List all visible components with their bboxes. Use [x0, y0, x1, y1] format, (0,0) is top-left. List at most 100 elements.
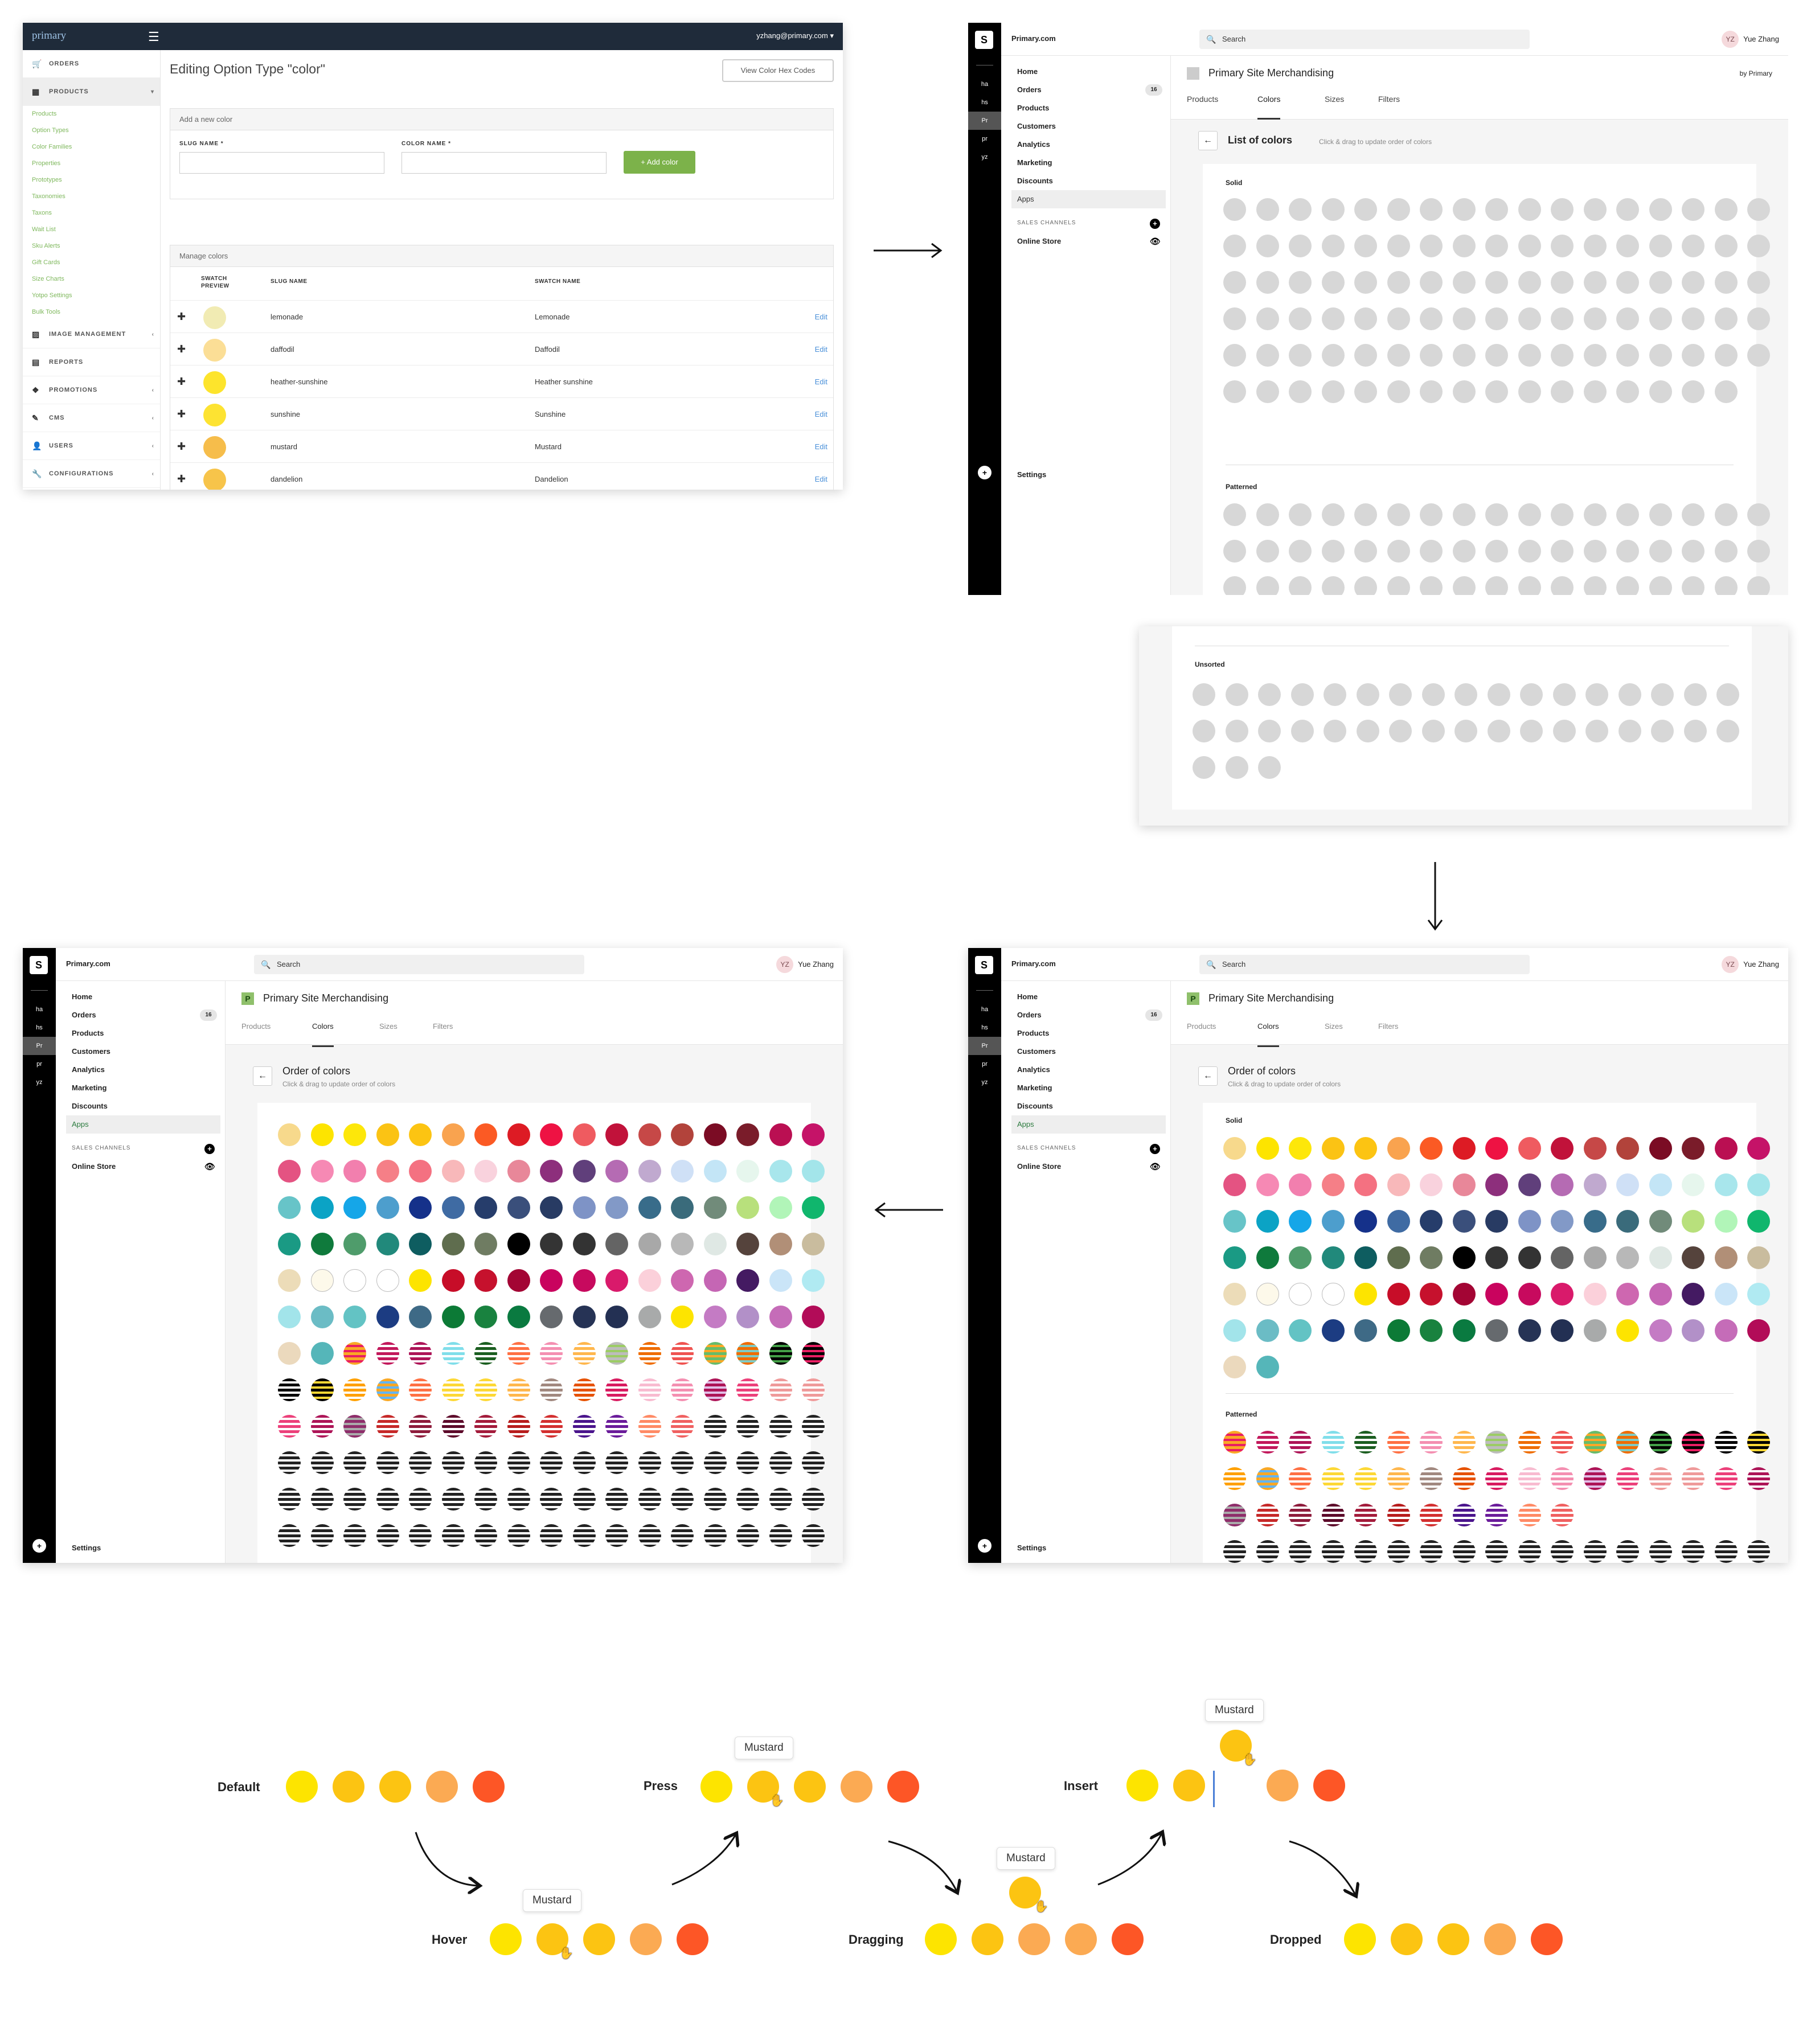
color-swatch[interactable]: [1256, 1246, 1279, 1269]
color-swatch[interactable]: [278, 1269, 301, 1292]
color-swatch[interactable]: [1583, 1137, 1607, 1160]
color-swatch[interactable]: [1551, 271, 1574, 294]
sidebar-item-cms[interactable]: ✎ CMS ‹: [23, 404, 160, 432]
color-swatch[interactable]: [1616, 1137, 1639, 1160]
color-swatch[interactable]: [1354, 1210, 1377, 1233]
color-swatch[interactable]: [1518, 1283, 1541, 1306]
color-swatch[interactable]: [1256, 1210, 1279, 1233]
pattern-swatch[interactable]: [1321, 1467, 1345, 1490]
color-swatch[interactable]: [278, 1378, 301, 1401]
color-swatch[interactable]: [1682, 380, 1705, 403]
tab-sizes[interactable]: Sizes: [379, 1022, 398, 1047]
store-switch-pr[interactable]: Pr: [968, 112, 1001, 130]
color-swatch[interactable]: [278, 1233, 301, 1255]
tab-filters[interactable]: Filters: [1378, 1022, 1398, 1047]
color-swatch[interactable]: [1551, 1246, 1574, 1269]
pattern-swatch[interactable]: [1649, 1467, 1672, 1490]
color-swatch[interactable]: [736, 1160, 759, 1183]
color-swatch[interactable]: [343, 1488, 366, 1511]
color-swatch[interactable]: [1616, 503, 1639, 526]
color-swatch[interactable]: [1223, 198, 1246, 221]
color-swatch[interactable]: [802, 1123, 825, 1146]
subnav-yotpo-settings[interactable]: Yotpo Settings: [23, 288, 160, 304]
online-store-link[interactable]: Online Store: [66, 1158, 220, 1176]
color-swatch[interactable]: [1223, 540, 1246, 563]
color-swatch[interactable]: [1321, 344, 1345, 367]
settings-link[interactable]: Settings: [1011, 466, 1166, 484]
color-swatch[interactable]: [278, 1451, 301, 1474]
color-swatch[interactable]: [1616, 271, 1639, 294]
color-swatch[interactable]: [1256, 1283, 1279, 1306]
color-swatch[interactable]: [540, 1415, 563, 1438]
color-swatch[interactable]: [1421, 720, 1445, 742]
pattern-swatch[interactable]: [1452, 1504, 1476, 1526]
color-swatch[interactable]: [1551, 344, 1574, 367]
color-swatch[interactable]: [671, 1488, 694, 1511]
color-swatch[interactable]: [1747, 1319, 1770, 1342]
color-swatch[interactable]: [1354, 1137, 1377, 1160]
color-swatch[interactable]: [1747, 540, 1770, 563]
color-swatch[interactable]: [1321, 1173, 1345, 1196]
color-swatch[interactable]: [409, 1123, 432, 1146]
slug-name-input[interactable]: [179, 152, 384, 174]
color-swatch[interactable]: [1321, 1137, 1345, 1160]
sidebar-item-orders[interactable]: Orders 16: [66, 1006, 220, 1024]
color-swatch[interactable]: [540, 1233, 563, 1255]
color-swatch[interactable]: [1518, 1319, 1541, 1342]
color-swatch[interactable]: [605, 1123, 628, 1146]
color-swatch[interactable]: [1518, 1246, 1541, 1269]
color-swatch[interactable]: [1616, 540, 1639, 563]
color-swatch[interactable]: [278, 1160, 301, 1183]
color-swatch[interactable]: [507, 1451, 530, 1474]
color-swatch[interactable]: [671, 1524, 694, 1547]
user-menu[interactable]: YZ Yue Zhang: [1722, 956, 1779, 973]
color-swatch[interactable]: [1289, 1283, 1312, 1306]
color-swatch[interactable]: [507, 1342, 530, 1365]
color-swatch[interactable]: [736, 1451, 759, 1474]
color-swatch[interactable]: [540, 1488, 563, 1511]
color-swatch[interactable]: [1420, 198, 1443, 221]
edit-link[interactable]: Edit: [815, 377, 827, 386]
color-swatch[interactable]: [703, 1196, 727, 1219]
sidebar-item-orders[interactable]: 🛒 ORDERS: [23, 50, 160, 78]
color-swatch[interactable]: [1714, 235, 1738, 257]
color-swatch[interactable]: [1714, 1283, 1738, 1306]
color-swatch[interactable]: [441, 1233, 465, 1255]
pattern-swatch[interactable]: [1420, 1540, 1443, 1563]
color-swatch[interactable]: [474, 1378, 497, 1401]
color-swatch[interactable]: [1289, 198, 1312, 221]
color-swatch[interactable]: [1321, 1283, 1345, 1306]
color-swatch[interactable]: [671, 1451, 694, 1474]
color-swatch[interactable]: [1649, 198, 1672, 221]
color-swatch[interactable]: [1485, 1137, 1508, 1160]
color-swatch[interactable]: [507, 1233, 530, 1255]
pattern-swatch[interactable]: [1354, 1467, 1377, 1490]
color-swatch[interactable]: [376, 1451, 399, 1474]
store-switch-pr[interactable]: pr: [968, 1055, 1001, 1073]
color-swatch[interactable]: [441, 1269, 465, 1292]
color-swatch[interactable]: [1583, 198, 1607, 221]
color-swatch[interactable]: [638, 1233, 661, 1255]
color-swatch[interactable]: [572, 1524, 596, 1547]
color-swatch[interactable]: [1420, 576, 1443, 595]
color-swatch[interactable]: [1583, 503, 1607, 526]
color-swatch[interactable]: [1649, 540, 1672, 563]
color-swatch[interactable]: [474, 1451, 497, 1474]
pattern-swatch[interactable]: [1518, 1431, 1541, 1454]
sidebar-item-orders[interactable]: Orders 16: [1011, 81, 1166, 99]
view-hex-codes-button[interactable]: View Color Hex Codes: [722, 59, 834, 82]
color-swatch[interactable]: [605, 1306, 628, 1328]
sidebar-item-marketing[interactable]: Marketing: [66, 1079, 220, 1097]
color-swatch[interactable]: [474, 1342, 497, 1365]
color-swatch[interactable]: [1616, 235, 1639, 257]
color-swatch[interactable]: [671, 1160, 694, 1183]
color-swatch[interactable]: [736, 1524, 759, 1547]
subnav-prototypes[interactable]: Prototypes: [23, 172, 160, 188]
color-swatch[interactable]: [605, 1160, 628, 1183]
color-swatch[interactable]: [1387, 576, 1410, 595]
color-swatch[interactable]: [343, 1306, 366, 1328]
color-swatch[interactable]: [507, 1196, 530, 1219]
pattern-swatch[interactable]: [1682, 1467, 1705, 1490]
color-swatch[interactable]: [1649, 1173, 1672, 1196]
pattern-swatch[interactable]: [1387, 1431, 1410, 1454]
